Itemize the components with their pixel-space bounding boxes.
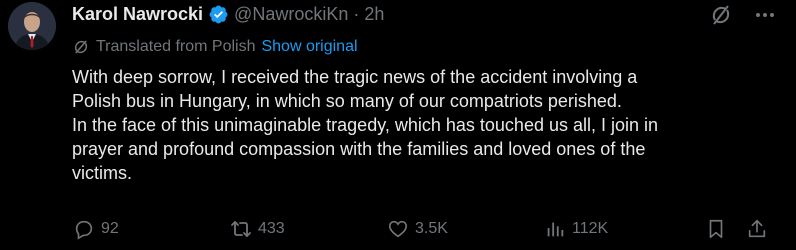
bookmark-icon [704,217,728,241]
views-icon [543,217,567,241]
tweet-top-actions [708,2,778,28]
repost-icon [229,217,253,241]
tweet-actions: 92 433 3.5K 112K [72,216,772,242]
author-display-name[interactable]: Karol Nawrocki [72,4,203,25]
tweet-timestamp[interactable]: 2h [364,4,384,25]
repost-button[interactable]: 433 [229,216,285,242]
avatar[interactable] [8,2,56,50]
tweet-text: With deep sorrow, I received the tragic … [72,67,659,183]
separator-dot: · [353,3,360,24]
views-count: 112K [572,220,609,237]
like-button[interactable]: 3.5K [386,216,448,242]
show-original-link[interactable]: Show original [261,38,357,56]
reply-button[interactable]: 92 [72,216,119,242]
bookmark-button[interactable] [704,216,728,242]
heart-icon [386,217,410,241]
translate-icon [72,38,90,56]
share-icon [745,217,769,241]
share-button[interactable] [745,216,769,242]
translation-label: Translated from Polish [96,38,256,55]
author-handle[interactable]: @NawrockiKn [234,4,348,25]
reply-icon [72,217,96,241]
grok-icon[interactable] [708,2,734,28]
repost-count: 433 [258,220,285,237]
verified-badge-icon[interactable] [208,4,229,25]
more-icon[interactable] [752,2,778,28]
like-count: 3.5K [415,220,448,237]
translation-bar: Translated from Polish Show original [72,36,358,58]
author-row: Karol Nawrocki @NawrockiKn · 2h [72,2,384,26]
avatar-image [8,2,56,50]
reply-count: 92 [101,220,119,237]
views-button[interactable]: 112K [543,216,608,242]
